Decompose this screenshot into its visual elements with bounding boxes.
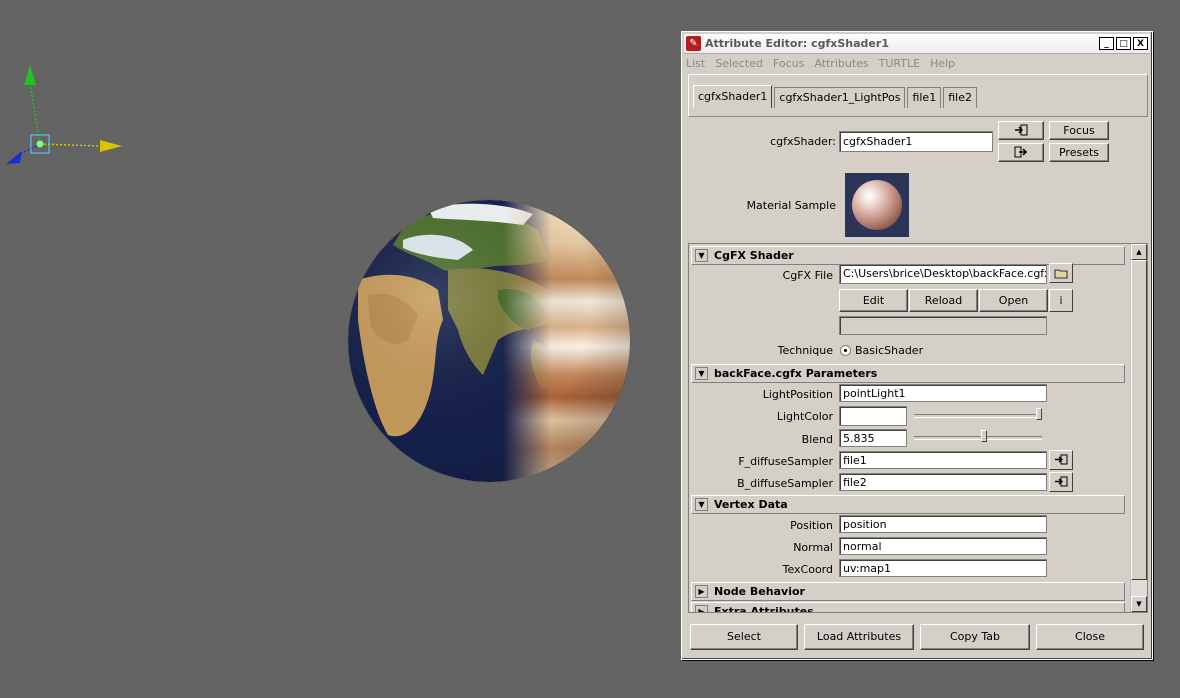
menu-focus[interactable]: Focus <box>773 57 804 70</box>
select-button[interactable]: Select <box>690 624 798 650</box>
section-title: backFace.cgfx Parameters <box>714 367 878 380</box>
menu-help[interactable]: Help <box>930 57 955 70</box>
expand-arrow-icon[interactable]: ▶ <box>695 585 708 598</box>
section-title: Vertex Data <box>714 498 788 511</box>
reload-button[interactable]: Reload <box>909 289 978 312</box>
b-sampler-connect-button[interactable] <box>1049 472 1073 492</box>
technique-radio[interactable] <box>840 345 851 356</box>
input-arrow-icon <box>1055 454 1068 465</box>
menu-selected[interactable]: Selected <box>715 57 763 70</box>
collapse-arrow-icon[interactable]: ▼ <box>695 249 708 262</box>
folder-icon <box>1054 269 1068 279</box>
f-diffuse-sampler-field[interactable]: file1 <box>839 451 1047 469</box>
scroll-up-arrow-icon[interactable]: ▲ <box>1131 244 1147 260</box>
output-arrow-icon <box>1014 146 1028 158</box>
menu-turtle[interactable]: TURTLE <box>879 57 920 70</box>
technique-label: Technique <box>777 344 833 357</box>
maya-app-icon: ✎ <box>686 36 701 51</box>
tab-cgfxshader1[interactable]: cgfxShader1 <box>693 85 773 108</box>
maximize-button[interactable]: □ <box>1116 37 1131 50</box>
x-axis-arrow[interactable] <box>100 140 122 152</box>
attribute-editor-window: ✎ Attribute Editor: cgfxShader1 _ □ X Li… <box>681 31 1153 660</box>
light-position-label: LightPosition <box>762 388 833 401</box>
attribute-scroll-panel[interactable]: ▼ CgFX Shader CgFX File C:\Users\brice\D… <box>688 243 1148 613</box>
normal-label: Normal <box>793 541 833 554</box>
scroll-down-arrow-icon[interactable]: ▼ <box>1131 596 1147 612</box>
focus-button[interactable]: Focus <box>1049 121 1109 140</box>
edit-button[interactable]: Edit <box>839 289 908 312</box>
load-attributes-button[interactable]: Load Attributes <box>804 624 914 650</box>
cgfx-status-field <box>839 316 1047 335</box>
texcoord-field[interactable]: uv:map1 <box>839 559 1047 577</box>
menu-bar: List Selected Focus Attributes TURTLE He… <box>686 54 1148 72</box>
section-title: Extra Attributes <box>714 605 814 613</box>
f-sampler-connect-button[interactable] <box>1049 450 1073 470</box>
presets-button[interactable]: Presets <box>1049 143 1109 162</box>
section-title: CgFX Shader <box>714 249 794 262</box>
z-axis-arrow[interactable] <box>6 151 22 164</box>
blend-label: Blend <box>801 433 833 446</box>
light-color-label: LightColor <box>776 410 833 423</box>
cgfxshader-label: cgfxShader: <box>770 135 836 148</box>
collapse-arrow-icon[interactable]: ▼ <box>695 498 708 511</box>
section-extra-attributes[interactable]: ▶ Extra Attributes <box>691 602 1125 613</box>
f-diffuse-sampler-label: F_diffuseSampler <box>738 455 833 468</box>
cgfx-file-field[interactable]: C:\Users\brice\Desktop\backFace.cgfx <box>839 264 1047 284</box>
viewport-3d[interactable]: ✎ Attribute Editor: cgfxShader1 _ □ X Li… <box>0 0 1180 698</box>
light-color-slider-knob[interactable] <box>1036 408 1042 420</box>
menu-attributes[interactable]: Attributes <box>814 57 868 70</box>
blend-slider-knob[interactable] <box>981 430 987 442</box>
blend-field[interactable]: 5.835 <box>839 429 907 447</box>
scrollbar-thumb[interactable] <box>1131 260 1147 580</box>
browse-folder-button[interactable] <box>1049 263 1073 283</box>
input-arrow-icon <box>1015 124 1028 136</box>
position-label: Position <box>790 519 833 532</box>
cgfxshader-name-field[interactable]: cgfxShader1 <box>839 131 993 152</box>
position-field[interactable]: position <box>839 515 1047 533</box>
node-tabs: cgfxShader1 cgfxShader1_LightPos file1 f… <box>688 74 1148 117</box>
b-diffuse-sampler-label: B_diffuseSampler <box>737 477 833 490</box>
collapse-arrow-icon[interactable]: ▼ <box>695 367 708 380</box>
window-title: Attribute Editor: cgfxShader1 <box>705 37 889 50</box>
close-button[interactable]: Close <box>1036 624 1144 650</box>
minimize-button[interactable]: _ <box>1099 37 1114 50</box>
open-button[interactable]: Open <box>979 289 1048 312</box>
tab-cgfxshader1-lightpos[interactable]: cgfxShader1_LightPos <box>774 87 906 108</box>
output-connection-button[interactable] <box>998 143 1044 162</box>
node-header: cgfxShader: cgfxShader1 Focus Presets Ma… <box>688 117 1148 241</box>
input-arrow-icon <box>1055 476 1068 487</box>
material-sample-sphere <box>852 180 902 230</box>
info-icon[interactable]: i <box>1049 289 1073 312</box>
texcoord-label: TexCoord <box>782 563 833 576</box>
b-diffuse-sampler-field[interactable]: file2 <box>839 473 1047 491</box>
material-sample-swatch[interactable] <box>845 173 909 237</box>
shaded-sphere[interactable] <box>348 200 630 482</box>
tab-file2[interactable]: file2 <box>943 87 977 108</box>
close-window-button[interactable]: X <box>1133 37 1148 50</box>
expand-arrow-icon[interactable]: ▶ <box>695 605 708 612</box>
section-node-behavior[interactable]: ▶ Node Behavior <box>691 582 1125 601</box>
normal-field[interactable]: normal <box>839 537 1047 555</box>
menu-list[interactable]: List <box>686 57 705 70</box>
light-color-swatch[interactable] <box>839 406 907 426</box>
cgfx-file-label: CgFX File <box>782 269 833 282</box>
light-color-slider[interactable] <box>914 414 1042 418</box>
copy-tab-button[interactable]: Copy Tab <box>920 624 1030 650</box>
title-bar[interactable]: ✎ Attribute Editor: cgfxShader1 _ □ X <box>684 34 1150 54</box>
y-axis-arrow[interactable] <box>24 65 36 85</box>
section-vertex-data[interactable]: ▼ Vertex Data <box>691 495 1125 514</box>
blend-slider[interactable] <box>914 436 1042 440</box>
input-connection-button[interactable] <box>998 121 1044 140</box>
material-sample-label: Material Sample <box>746 199 836 212</box>
section-parameters[interactable]: ▼ backFace.cgfx Parameters <box>691 364 1125 383</box>
bottom-button-bar: Select Load Attributes Copy Tab Close <box>688 624 1146 650</box>
vertical-scrollbar[interactable]: ▲ ▼ <box>1130 244 1147 612</box>
section-title: Node Behavior <box>714 585 805 598</box>
tab-file1[interactable]: file1 <box>907 87 942 108</box>
light-position-field[interactable]: pointLight1 <box>839 384 1047 402</box>
technique-value: BasicShader <box>855 344 924 357</box>
gizmo-pivot <box>36 140 44 148</box>
transform-gizmo[interactable] <box>0 55 130 175</box>
